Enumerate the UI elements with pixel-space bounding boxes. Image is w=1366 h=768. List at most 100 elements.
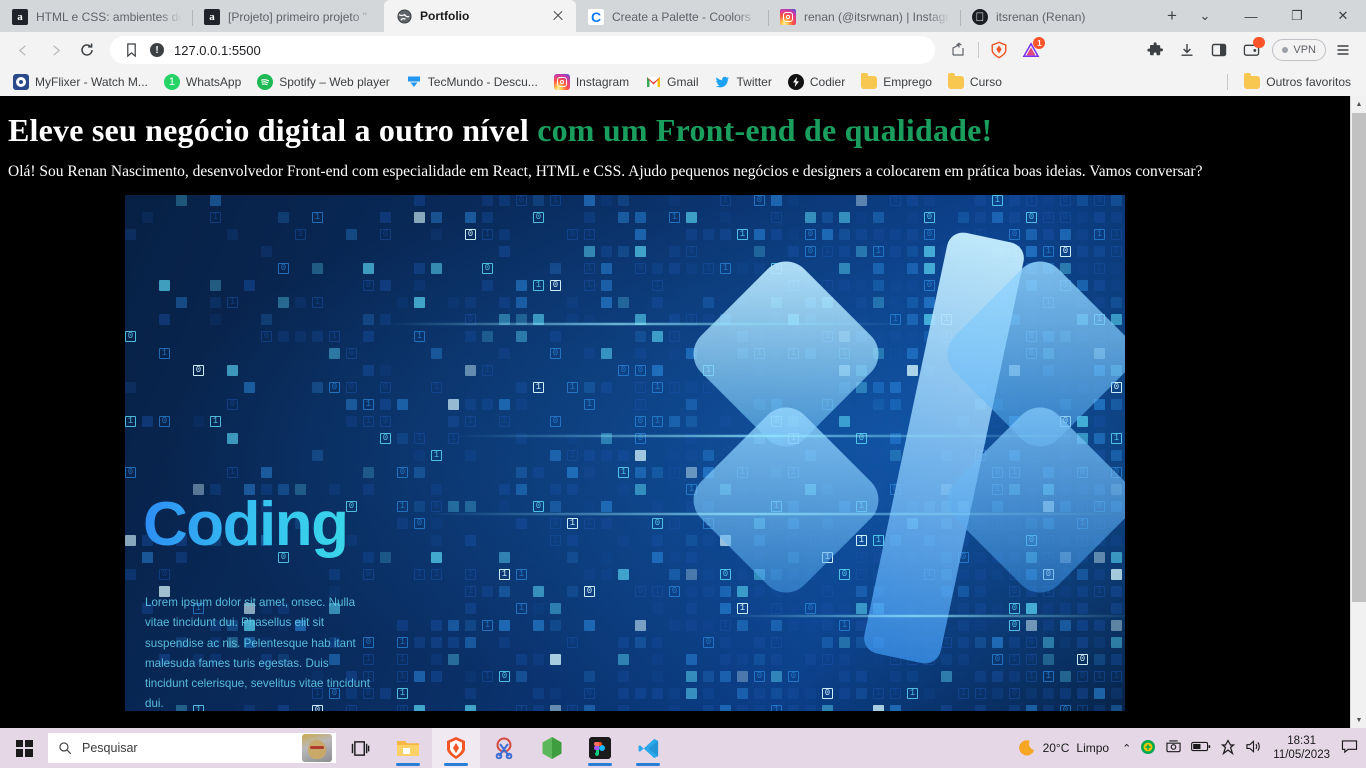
taskbar-app-snipping-tool[interactable] bbox=[480, 728, 528, 768]
bookmark-gmail[interactable]: Gmail bbox=[638, 71, 705, 93]
tab-strip: a HTML e CSS: ambientes de a [Projeto] p… bbox=[0, 0, 1366, 32]
tab-github-itsrenan[interactable]:  itsrenan (Renan) bbox=[960, 2, 1152, 32]
bookmark-label: Spotify – Web player bbox=[279, 75, 390, 89]
bookmark-label: TecMundo - Descu... bbox=[428, 75, 538, 89]
bookmark-twitter[interactable]: Twitter bbox=[708, 71, 779, 93]
vertical-scrollbar[interactable]: ▲ ▼ bbox=[1350, 96, 1366, 728]
sidebar-icon[interactable] bbox=[1204, 36, 1234, 64]
tab-separator bbox=[768, 10, 769, 26]
bookmark-spotify[interactable]: Spotify – Web player bbox=[250, 71, 397, 93]
forward-icon[interactable] bbox=[40, 36, 70, 64]
tab-create-a-palette[interactable]: C Create a Palette - Coolors bbox=[576, 2, 768, 32]
bookmark-label: Instagram bbox=[576, 75, 629, 89]
search-input[interactable]: Pesquisar bbox=[48, 733, 336, 763]
url-text: 127.0.0.1:5500 bbox=[174, 43, 261, 58]
brave-shields-icon[interactable] bbox=[984, 36, 1014, 64]
maximize-button[interactable]: ❐ bbox=[1274, 0, 1320, 32]
bookmark-label: Curso bbox=[970, 75, 1002, 89]
weather-widget[interactable]: 20°C Limpo bbox=[1017, 739, 1114, 758]
toolbar-divider bbox=[978, 42, 979, 58]
vpn-button[interactable]: VPN bbox=[1272, 39, 1326, 61]
bookmark-page-icon[interactable] bbox=[122, 36, 140, 64]
tray-expand-icon[interactable]: ⌃ bbox=[1122, 742, 1131, 755]
bookmark-folder-emprego[interactable]: Emprego bbox=[854, 72, 939, 92]
wallet-icon[interactable] bbox=[1236, 36, 1266, 64]
instagram-icon bbox=[780, 9, 796, 25]
tab-html-e-css[interactable]: a HTML e CSS: ambientes de bbox=[0, 2, 192, 32]
tab-label: [Projeto] primeiro projeto " bbox=[228, 10, 374, 24]
reload-icon[interactable] bbox=[72, 36, 102, 64]
site-info-icon[interactable]: ! bbox=[150, 43, 164, 57]
extensions-icon[interactable] bbox=[1140, 36, 1170, 64]
bookmark-tecmundo[interactable]: TecMundo - Descu... bbox=[399, 71, 545, 93]
search-icon bbox=[58, 741, 72, 755]
task-view-button[interactable] bbox=[336, 728, 384, 768]
github-icon:  bbox=[972, 9, 988, 25]
close-window-button[interactable]: ✕ bbox=[1320, 0, 1366, 32]
taskbar-app-figma[interactable] bbox=[576, 728, 624, 768]
scroll-down-icon[interactable]: ▼ bbox=[1351, 712, 1366, 728]
scrollbar-thumb[interactable] bbox=[1352, 113, 1366, 602]
myflixer-icon bbox=[13, 74, 29, 90]
tab-portfolio[interactable]: Portfolio bbox=[384, 0, 576, 32]
battery-tray-icon[interactable] bbox=[1191, 740, 1211, 756]
nodejs-hexagon-icon bbox=[541, 736, 563, 760]
back-icon[interactable] bbox=[8, 36, 38, 64]
taskbar-clock[interactable]: 18:31 11/05/2023 bbox=[1271, 734, 1332, 762]
coolors-icon: C bbox=[588, 9, 604, 25]
folder-icon bbox=[948, 76, 964, 89]
wallet-badge bbox=[1253, 37, 1265, 48]
vpn-label: VPN bbox=[1293, 44, 1316, 56]
banner-glow-line-1 bbox=[385, 323, 905, 325]
bookmark-instagram[interactable]: Instagram bbox=[547, 71, 636, 93]
notifications-icon[interactable] bbox=[1341, 739, 1358, 757]
tab-search-button[interactable]: ⌄ bbox=[1182, 0, 1228, 32]
browser-toolbar: ! 127.0.0.1:5500 1 VPN bbox=[0, 32, 1366, 68]
moon-icon bbox=[1017, 739, 1036, 758]
bookmark-label: Codier bbox=[810, 75, 845, 89]
address-bar[interactable]: ! 127.0.0.1:5500 bbox=[110, 36, 935, 64]
start-button[interactable] bbox=[0, 728, 48, 768]
browser-menu-icon[interactable] bbox=[1328, 36, 1358, 64]
bookmarks-bar: MyFlixer - Watch M... 1 WhatsApp Spotify… bbox=[0, 68, 1366, 96]
bookmark-myflixer[interactable]: MyFlixer - Watch M... bbox=[6, 71, 155, 93]
green-shield-tray-icon[interactable] bbox=[1140, 739, 1156, 758]
downloads-icon[interactable] bbox=[1172, 36, 1202, 64]
tab-label: renan (@itsrwnan) | Instagram bbox=[804, 10, 950, 24]
bookmark-codier[interactable]: Codier bbox=[781, 71, 852, 93]
hero-banner-image: 0110011001101000001001011001011001111000… bbox=[125, 195, 1125, 711]
tecmundo-icon bbox=[406, 74, 422, 90]
codier-icon bbox=[788, 74, 804, 90]
network-tray-icon[interactable] bbox=[1220, 739, 1236, 758]
tab-label: itsrenan (Renan) bbox=[996, 10, 1142, 24]
scroll-up-icon[interactable]: ▲ bbox=[1351, 96, 1366, 112]
webcam-tray-icon[interactable] bbox=[1165, 739, 1182, 757]
twitter-icon bbox=[715, 74, 731, 90]
bookmark-folder-curso[interactable]: Curso bbox=[941, 72, 1009, 92]
folder-icon bbox=[1244, 76, 1260, 89]
bookmark-label: Emprego bbox=[883, 75, 932, 89]
close-icon[interactable] bbox=[550, 8, 566, 24]
tab-projeto-primeiro-projeto[interactable]: a [Projeto] primeiro projeto " bbox=[192, 2, 384, 32]
banner-title: Coding bbox=[143, 489, 348, 560]
taskbar-app-file-explorer[interactable] bbox=[384, 728, 432, 768]
figma-icon bbox=[589, 737, 611, 759]
instagram-icon bbox=[554, 74, 570, 90]
folder-icon bbox=[861, 76, 877, 89]
gmail-icon bbox=[645, 74, 661, 90]
weather-temperature: 20°C bbox=[1043, 741, 1070, 755]
share-icon[interactable] bbox=[943, 36, 973, 64]
spotify-icon bbox=[257, 74, 273, 90]
taskbar-app-vs-code[interactable] bbox=[624, 728, 672, 768]
taskbar-app-nodejs[interactable] bbox=[528, 728, 576, 768]
taskbar-app-brave[interactable] bbox=[432, 728, 480, 768]
minimize-button[interactable]: — bbox=[1228, 0, 1274, 32]
bookmark-whatsapp[interactable]: 1 WhatsApp bbox=[157, 71, 248, 93]
extension-purple-icon[interactable]: 1 bbox=[1016, 36, 1046, 64]
banner-body-text: Lorem ipsum dolor sit amet, onsec. Nulla… bbox=[145, 593, 375, 711]
tab-separator bbox=[960, 10, 961, 26]
volume-tray-icon[interactable] bbox=[1245, 739, 1262, 757]
tab-label: Create a Palette - Coolors bbox=[612, 10, 758, 24]
bookmark-folder-outros-favoritos[interactable]: Outros favoritos bbox=[1237, 72, 1358, 92]
tab-instagram[interactable]: renan (@itsrwnan) | Instagram bbox=[768, 2, 960, 32]
